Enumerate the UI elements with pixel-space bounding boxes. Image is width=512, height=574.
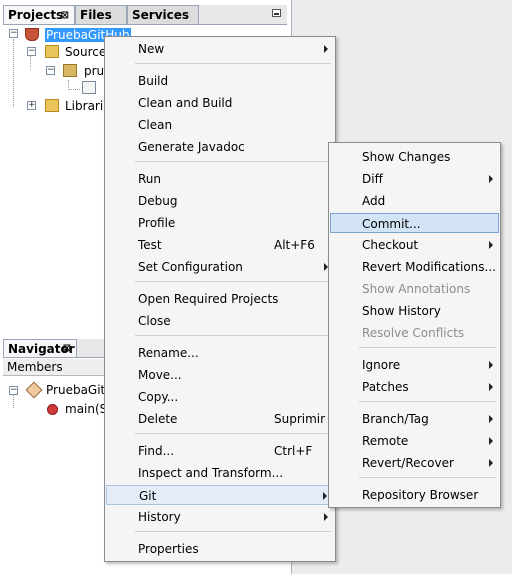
close-icon[interactable]: ⊠	[63, 340, 71, 358]
menu-item-new[interactable]: New	[106, 39, 334, 59]
class-icon	[25, 381, 43, 399]
tree-guide-line	[68, 89, 80, 90]
submenu-arrow-icon	[324, 45, 328, 53]
git-item-add[interactable]: Add	[330, 191, 499, 211]
source-folder-icon	[45, 45, 59, 58]
menu-item-copy[interactable]: Copy...	[106, 387, 334, 407]
project-icon	[25, 28, 39, 41]
tab-files[interactable]: Files	[75, 5, 127, 24]
menu-item-properties[interactable]: Properties	[106, 539, 334, 559]
git-item-diff[interactable]: Diff	[330, 169, 499, 189]
git-item-revert-recover[interactable]: Revert/Recover	[330, 453, 499, 473]
tab-projects-label: Projects	[8, 8, 64, 22]
submenu-arrow-icon	[324, 513, 328, 521]
tab-services[interactable]: Services	[127, 5, 199, 24]
menu-separator	[135, 281, 331, 282]
git-item-branch-tag[interactable]: Branch/Tag	[330, 409, 499, 429]
menu-item-move[interactable]: Move...	[106, 365, 334, 385]
project-context-menu: New Build Clean and Build Clean Generate…	[104, 36, 336, 562]
menu-item-clean-and-build[interactable]: Clean and Build	[106, 93, 334, 113]
tree-guide-line	[13, 394, 14, 408]
tab-projects[interactable]: Projects ⊠	[3, 5, 75, 24]
submenu-arrow-icon	[489, 437, 493, 445]
menu-item-clean[interactable]: Clean	[106, 115, 334, 135]
submenu-arrow-icon	[489, 241, 493, 249]
tab-services-label: Services	[132, 8, 190, 22]
menu-separator	[135, 161, 331, 162]
git-item-commit[interactable]: Commit...	[330, 213, 499, 233]
collapse-icon[interactable]: −	[27, 47, 36, 56]
menu-item-rename[interactable]: Rename...	[106, 343, 334, 363]
close-icon[interactable]: ⊠	[61, 6, 69, 25]
shortcut-label: Suprimir	[274, 412, 326, 426]
shortcut-label: Ctrl+F	[274, 444, 313, 458]
menu-item-set-configuration[interactable]: Set Configuration	[106, 257, 334, 277]
menu-item-close[interactable]: Close	[106, 311, 334, 331]
submenu-arrow-icon	[489, 175, 493, 183]
collapse-icon[interactable]: −	[9, 29, 18, 38]
java-file-icon[interactable]	[82, 81, 96, 94]
package-icon	[63, 64, 77, 77]
git-item-show-annotations[interactable]: Show Annotations	[330, 279, 499, 299]
method-icon	[47, 404, 58, 415]
members-header-label: Members	[7, 360, 63, 374]
menu-separator	[135, 531, 331, 532]
menu-separator	[359, 401, 496, 402]
submenu-arrow-icon	[489, 383, 493, 391]
menu-item-run[interactable]: Run	[106, 169, 334, 189]
menu-item-history[interactable]: History	[106, 507, 334, 527]
menu-item-debug[interactable]: Debug	[106, 191, 334, 211]
tree-guide-line	[13, 39, 14, 107]
menu-item-test[interactable]: Test Alt+F6	[106, 235, 334, 255]
menu-item-generate-javadoc[interactable]: Generate Javadoc	[106, 137, 334, 157]
menu-separator	[135, 63, 331, 64]
git-item-revert-modifications[interactable]: Revert Modifications...	[330, 257, 499, 277]
shortcut-label: Alt+F6	[274, 238, 315, 252]
menu-separator	[135, 433, 331, 434]
submenu-arrow-icon	[323, 492, 327, 500]
libraries-icon	[45, 99, 59, 112]
git-item-show-history[interactable]: Show History	[330, 301, 499, 321]
minimize-icon[interactable]	[272, 9, 281, 17]
tree-guide-line	[30, 56, 31, 70]
menu-separator	[135, 335, 331, 336]
tab-navigator[interactable]: Navigator ⊠	[3, 339, 77, 357]
collapse-icon[interactable]: −	[46, 66, 55, 75]
git-item-repository-browser[interactable]: Repository Browser	[330, 485, 499, 505]
menu-separator	[359, 347, 496, 348]
menu-item-build[interactable]: Build	[106, 71, 334, 91]
menu-item-git[interactable]: Git	[106, 485, 334, 505]
git-item-show-changes[interactable]: Show Changes	[330, 147, 499, 167]
git-item-checkout[interactable]: Checkout	[330, 235, 499, 255]
git-item-patches[interactable]: Patches	[330, 377, 499, 397]
git-item-remote[interactable]: Remote	[330, 431, 499, 451]
git-submenu: Show Changes Diff Add Commit... Checkout…	[328, 142, 501, 508]
expand-icon[interactable]: +	[27, 101, 36, 110]
collapse-icon[interactable]: −	[9, 386, 18, 395]
menu-item-delete[interactable]: Delete Suprimir	[106, 409, 334, 429]
menu-item-inspect-and-transform[interactable]: Inspect and Transform...	[106, 463, 334, 483]
tab-files-label: Files	[80, 8, 112, 22]
menu-item-profile[interactable]: Profile	[106, 213, 334, 233]
projects-tabbar: Projects ⊠ Files Services	[3, 5, 287, 25]
submenu-arrow-icon	[489, 459, 493, 467]
git-item-ignore[interactable]: Ignore	[330, 355, 499, 375]
menu-separator	[359, 477, 496, 478]
submenu-arrow-icon	[489, 415, 493, 423]
menu-item-open-required-projects[interactable]: Open Required Projects	[106, 289, 334, 309]
submenu-arrow-icon	[489, 361, 493, 369]
git-item-resolve-conflicts[interactable]: Resolve Conflicts	[330, 323, 499, 343]
menu-item-find[interactable]: Find... Ctrl+F	[106, 441, 334, 461]
